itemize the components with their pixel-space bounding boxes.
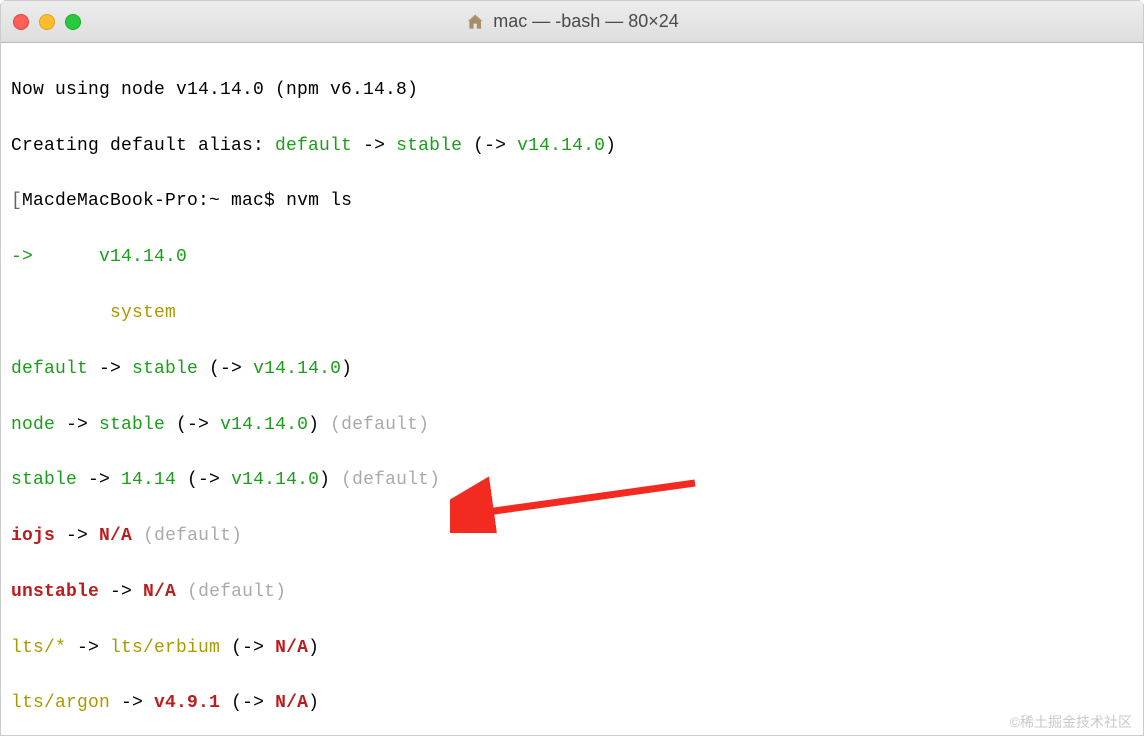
watermark: ©稀土掘金技术社区 [1010,712,1132,732]
output-line: iojs -> N/A (default) [11,523,1133,551]
output-line: Now using node v14.14.0 (npm v6.14.8) [11,77,1133,105]
prompt-line: [MacdeMacBook-Pro:~ mac$ nvm ls [11,188,1133,216]
output-line: stable -> 14.14 (-> v14.14.0) (default) [11,467,1133,495]
terminal-body[interactable]: Now using node v14.14.0 (npm v6.14.8) Cr… [1,43,1143,735]
window-title: mac — -bash — 80×24 [465,11,679,32]
window-title-text: mac — -bash — 80×24 [493,11,679,32]
titlebar[interactable]: mac — -bash — 80×24 [1,1,1143,43]
home-icon [465,12,485,32]
output-line: lts/argon -> v4.9.1 (-> N/A) [11,690,1133,718]
traffic-lights [13,14,81,30]
output-line: Creating default alias: default -> stabl… [11,133,1133,161]
output-line: unstable -> N/A (default) [11,579,1133,607]
output-line: -> v14.14.0 [11,244,1133,272]
output-line: default -> stable (-> v14.14.0) [11,356,1133,384]
output-line: lts/* -> lts/erbium (-> N/A) [11,635,1133,663]
close-button[interactable] [13,14,29,30]
terminal-window: mac — -bash — 80×24 Now using node v14.1… [0,0,1144,736]
zoom-button[interactable] [65,14,81,30]
output-line: system [11,300,1133,328]
output-line: node -> stable (-> v14.14.0) (default) [11,412,1133,440]
minimize-button[interactable] [39,14,55,30]
